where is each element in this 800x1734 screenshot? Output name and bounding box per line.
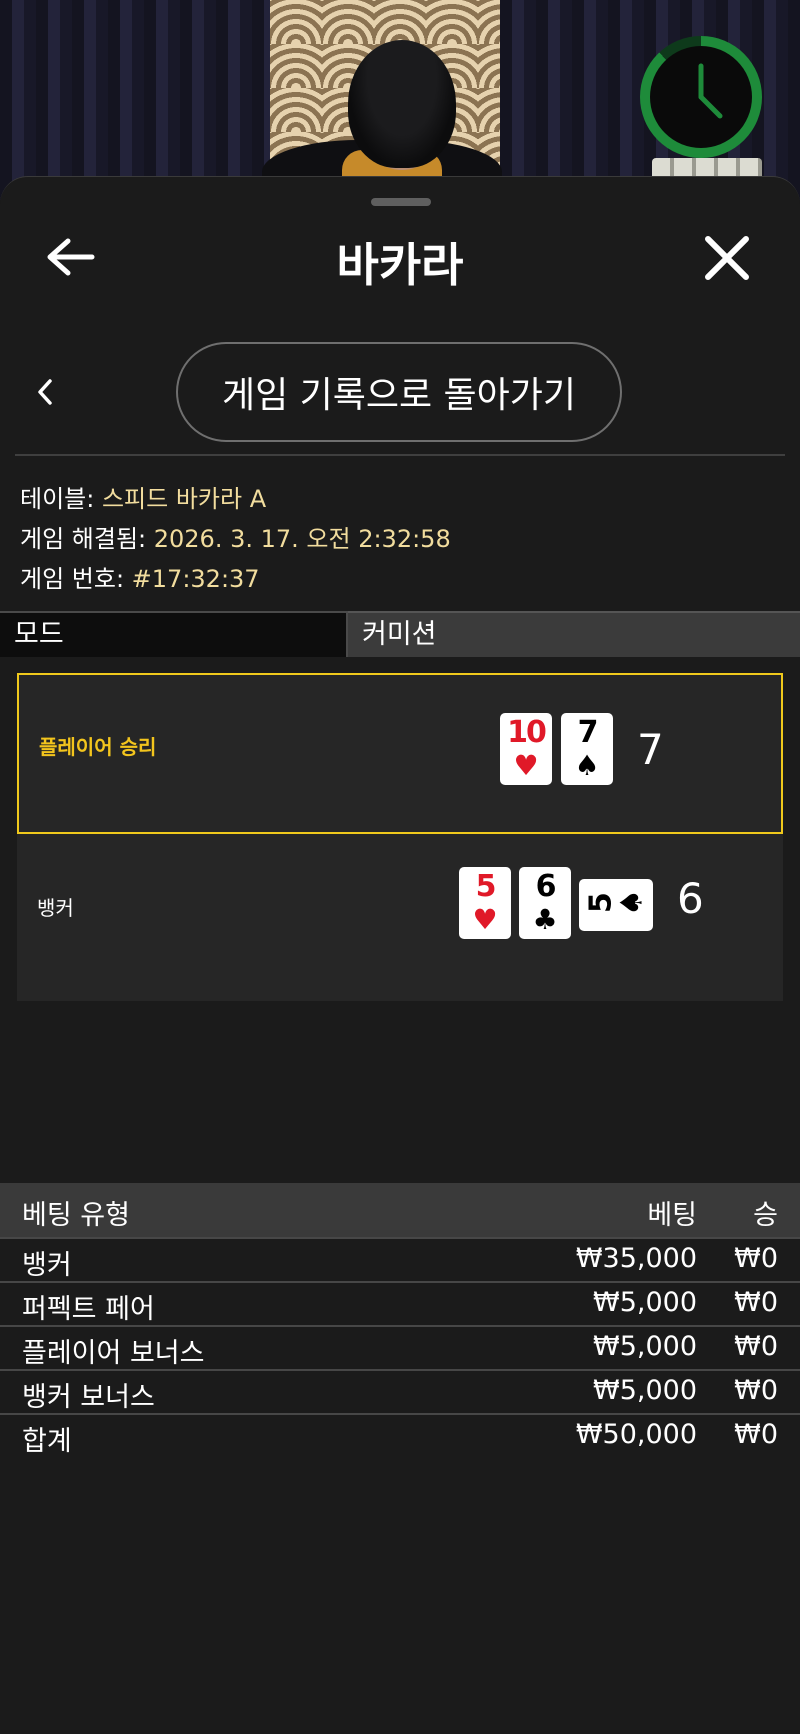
card-rank: 5 <box>475 869 497 904</box>
mode-value: 커미션 <box>348 611 800 657</box>
heart-icon: ♥ <box>472 903 498 936</box>
table-row: 퍼펙트 페어 ₩5,000 ₩0 <box>0 1281 800 1325</box>
table-label: 테이블: <box>20 485 102 513</box>
curtain-left <box>0 0 270 200</box>
header-win: 승 <box>753 1200 778 1231</box>
banker-score: 6 <box>677 874 704 923</box>
timer-clock-icon <box>640 36 762 158</box>
bet-amount: ₩5,000 <box>593 1287 697 1318</box>
bet-amount: ₩5,000 <box>593 1375 697 1406</box>
divider <box>15 454 785 456</box>
win-amount: ₩0 <box>734 1375 778 1406</box>
player-card-2: 7 ♠ <box>561 713 613 785</box>
header-bet: 베팅 <box>647 1200 697 1231</box>
player-card-1: 10 ♥ <box>500 713 552 785</box>
banker-result-panel: 뱅커 5 ♥ 6 ♣ 5 ♠ 6 <box>17 834 783 1001</box>
chevron-left-icon[interactable] <box>34 377 58 407</box>
mode-row: 모드 커미션 <box>0 611 800 657</box>
bet-type: 뱅커 <box>22 1250 72 1281</box>
win-amount: ₩0 <box>734 1331 778 1362</box>
total-row: 합계 ₩50,000 ₩0 <box>0 1413 800 1457</box>
table-info: 테이블: 스피드 바카라 A <box>20 479 266 514</box>
club-icon: ♣ <box>532 903 558 936</box>
header-bet-type: 베팅 유형 <box>22 1200 130 1231</box>
bet-type: 플레이어 보너스 <box>22 1338 205 1369</box>
player-score: 7 <box>637 725 664 774</box>
bet-type: 퍼펙트 페어 <box>22 1294 155 1325</box>
game-number-value: #17:32:37 <box>131 565 260 593</box>
banker-card-1: 5 ♥ <box>459 867 511 939</box>
spade-icon: ♠ <box>614 889 650 916</box>
close-icon[interactable] <box>702 233 752 283</box>
bet-amount: ₩35,000 <box>575 1243 697 1274</box>
bet-type: 뱅커 보너스 <box>22 1382 155 1413</box>
page-title: 바카라 <box>336 238 464 292</box>
banker-result-label: 뱅커 <box>37 896 74 920</box>
dealer-head <box>348 40 456 168</box>
card-rank: 10 <box>507 715 547 750</box>
game-number-info: 게임 번호: #17:32:37 <box>20 559 260 594</box>
resolved-info: 게임 해결됨: 2026. 3. 17. 오전 2:32:58 <box>20 519 451 554</box>
back-to-history-button[interactable]: 게임 기록으로 돌아가기 <box>176 342 622 442</box>
card-rank: 6 <box>535 869 557 904</box>
total-win: ₩0 <box>734 1419 778 1450</box>
win-amount: ₩0 <box>734 1287 778 1318</box>
total-bet: ₩50,000 <box>575 1419 697 1450</box>
heart-icon: ♥ <box>513 749 539 782</box>
game-history-sheet: 바카라 게임 기록으로 돌아가기 테이블: 스피드 바카라 A 게임 해결됨: … <box>0 176 800 1734</box>
live-video-feed <box>0 0 800 200</box>
player-result-label: 플레이어 승리 <box>39 735 157 759</box>
spade-icon: ♠ <box>574 749 600 782</box>
mode-label: 모드 <box>0 611 348 657</box>
card-rank: 5 <box>583 892 619 913</box>
win-amount: ₩0 <box>734 1243 778 1274</box>
bet-amount: ₩5,000 <box>593 1331 697 1362</box>
resolved-value: 2026. 3. 17. 오전 2:32:58 <box>153 525 451 553</box>
player-result-panel: 플레이어 승리 10 ♥ 7 ♠ 7 <box>17 673 783 834</box>
resolved-label: 게임 해결됨: <box>20 525 154 553</box>
bets-table-header: 베팅 유형 베팅 승 <box>0 1183 800 1237</box>
table-row: 뱅커 ₩35,000 ₩0 <box>0 1237 800 1281</box>
banker-card-2: 6 ♣ <box>519 867 571 939</box>
table-value: 스피드 바카라 A <box>101 485 267 513</box>
sheet-grabber[interactable] <box>371 198 431 206</box>
card-rank: 7 <box>577 715 599 750</box>
game-number-label: 게임 번호: <box>20 565 132 593</box>
table-row: 뱅커 보너스 ₩5,000 ₩0 <box>0 1369 800 1413</box>
total-label: 합계 <box>22 1426 72 1457</box>
banker-card-3-rotated: 5 ♠ <box>579 879 653 931</box>
table-row: 플레이어 보너스 ₩5,000 ₩0 <box>0 1325 800 1369</box>
